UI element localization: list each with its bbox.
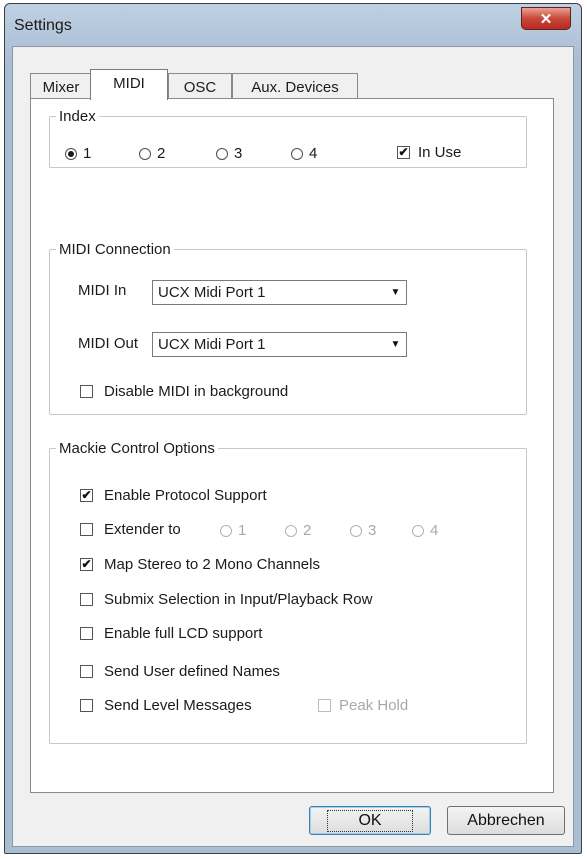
cancel-button[interactable]: Abbrechen xyxy=(447,806,565,835)
midi-tab-panel: Index 1 2 3 4 ✔ In Use MIDI Connection M… xyxy=(30,98,554,793)
extender-radio-2[interactable]: 2 xyxy=(285,522,311,539)
radio-label: 3 xyxy=(234,145,243,162)
midi-out-select[interactable]: UCX Midi Port 1 ▼ xyxy=(152,332,407,357)
chevron-down-icon[interactable]: ▼ xyxy=(386,334,405,355)
cancel-button-label: Abbrechen xyxy=(467,811,545,829)
checkbox-box xyxy=(80,627,93,640)
select-value: UCX Midi Port 1 xyxy=(158,284,266,301)
index-radio-3[interactable]: 3 xyxy=(216,145,242,162)
checkbox-box xyxy=(80,665,93,678)
dialog-client-area: Mixer MIDI OSC Aux. Devices Index 1 2 3 … xyxy=(12,46,574,847)
send-level-messages-checkbox[interactable]: Send Level Messages xyxy=(80,697,252,714)
index-radio-1[interactable]: 1 xyxy=(65,145,91,162)
enable-protocol-checkbox[interactable]: ✔ Enable Protocol Support xyxy=(80,487,267,504)
send-user-names-checkbox[interactable]: Send User defined Names xyxy=(80,663,280,680)
tab-label: Aux. Devices xyxy=(251,79,339,96)
radio-circle xyxy=(412,524,424,537)
radio-label: 4 xyxy=(430,522,439,539)
extender-radio-3[interactable]: 3 xyxy=(350,522,376,539)
peak-hold-checkbox[interactable]: Peak Hold xyxy=(318,697,408,714)
window-title: Settings xyxy=(14,17,72,34)
checkbox-label: Peak Hold xyxy=(339,697,409,714)
index-group-label: Index xyxy=(59,108,96,125)
midi-in-label: MIDI In xyxy=(78,282,127,299)
checkmark-icon: ✔ xyxy=(80,488,93,502)
map-stereo-checkbox[interactable]: ✔ Map Stereo to 2 Mono Channels xyxy=(80,556,320,573)
chevron-down-icon[interactable]: ▼ xyxy=(386,282,405,303)
tab-osc[interactable]: OSC xyxy=(168,73,232,99)
checkbox-box xyxy=(318,699,331,712)
index-radio-4[interactable]: 4 xyxy=(291,145,317,162)
midi-in-select[interactable]: UCX Midi Port 1 ▼ xyxy=(152,280,407,305)
tab-label: OSC xyxy=(183,79,217,96)
in-use-checkbox[interactable]: ✔ In Use xyxy=(397,144,461,161)
checkbox-box xyxy=(80,385,93,398)
enable-lcd-checkbox[interactable]: Enable full LCD support xyxy=(80,625,262,642)
extender-checkbox[interactable]: Extender to xyxy=(80,521,181,538)
mackie-control-group: Mackie Control Options ✔ Enable Protocol… xyxy=(49,440,527,744)
extender-radio-4[interactable]: 4 xyxy=(412,522,438,539)
tab-mixer[interactable]: Mixer xyxy=(30,73,92,99)
ok-button-label: OK xyxy=(327,809,413,832)
disable-midi-background-checkbox[interactable]: Disable MIDI in background xyxy=(80,383,288,400)
radio-label: 3 xyxy=(368,522,377,539)
checkmark-icon: ✔ xyxy=(80,557,93,571)
select-value: UCX Midi Port 1 xyxy=(158,336,266,353)
radio-circle xyxy=(291,147,303,160)
checkbox-box xyxy=(80,523,93,536)
radio-label: 1 xyxy=(238,522,247,539)
checkbox-label: Send User defined Names xyxy=(104,663,280,680)
radio-circle xyxy=(220,524,232,537)
midi-connection-group: MIDI Connection MIDI In UCX Midi Port 1 … xyxy=(49,241,527,415)
submix-selection-checkbox[interactable]: Submix Selection in Input/Playback Row xyxy=(80,591,372,608)
radio-label: 1 xyxy=(83,145,92,162)
checkbox-label: Submix Selection in Input/Playback Row xyxy=(104,591,373,608)
checkbox-box xyxy=(80,593,93,606)
checkbox-label: Send Level Messages xyxy=(104,697,252,714)
close-button[interactable]: ✕ xyxy=(521,7,571,30)
midi-connection-label: MIDI Connection xyxy=(59,241,171,258)
title-bar[interactable]: Settings ✕ xyxy=(5,4,581,46)
checkbox-label: Enable Protocol Support xyxy=(104,487,267,504)
close-icon: ✕ xyxy=(539,10,553,28)
checkbox-label: Map Stereo to 2 Mono Channels xyxy=(104,556,320,573)
tab-aux-devices[interactable]: Aux. Devices xyxy=(232,73,358,99)
checkbox-label: Enable full LCD support xyxy=(104,625,263,642)
checkmark-icon: ✔ xyxy=(397,145,410,159)
radio-circle xyxy=(65,147,77,160)
radio-label: 2 xyxy=(303,522,312,539)
index-radio-2[interactable]: 2 xyxy=(139,145,165,162)
settings-window: Settings ✕ Mixer MIDI OSC Aux. Devices I… xyxy=(4,3,582,854)
radio-circle xyxy=(139,147,151,160)
radio-circle xyxy=(350,524,362,537)
tab-midi[interactable]: MIDI xyxy=(90,69,168,100)
tab-label: MIDI xyxy=(113,75,145,92)
checkbox-label: In Use xyxy=(418,144,462,161)
radio-label: 4 xyxy=(309,145,318,162)
tab-label: Mixer xyxy=(42,79,80,96)
radio-circle xyxy=(216,147,228,160)
mackie-control-label: Mackie Control Options xyxy=(59,440,215,457)
checkbox-label: Disable MIDI in background xyxy=(104,383,289,400)
checkbox-label: Extender to xyxy=(104,521,181,538)
extender-radio-1[interactable]: 1 xyxy=(220,522,246,539)
radio-label: 2 xyxy=(157,145,166,162)
checkbox-box xyxy=(80,699,93,712)
midi-out-label: MIDI Out xyxy=(78,335,139,352)
ok-button[interactable]: OK xyxy=(309,806,431,835)
index-group: Index 1 2 3 4 ✔ In Use xyxy=(49,108,527,168)
radio-circle xyxy=(285,524,297,537)
